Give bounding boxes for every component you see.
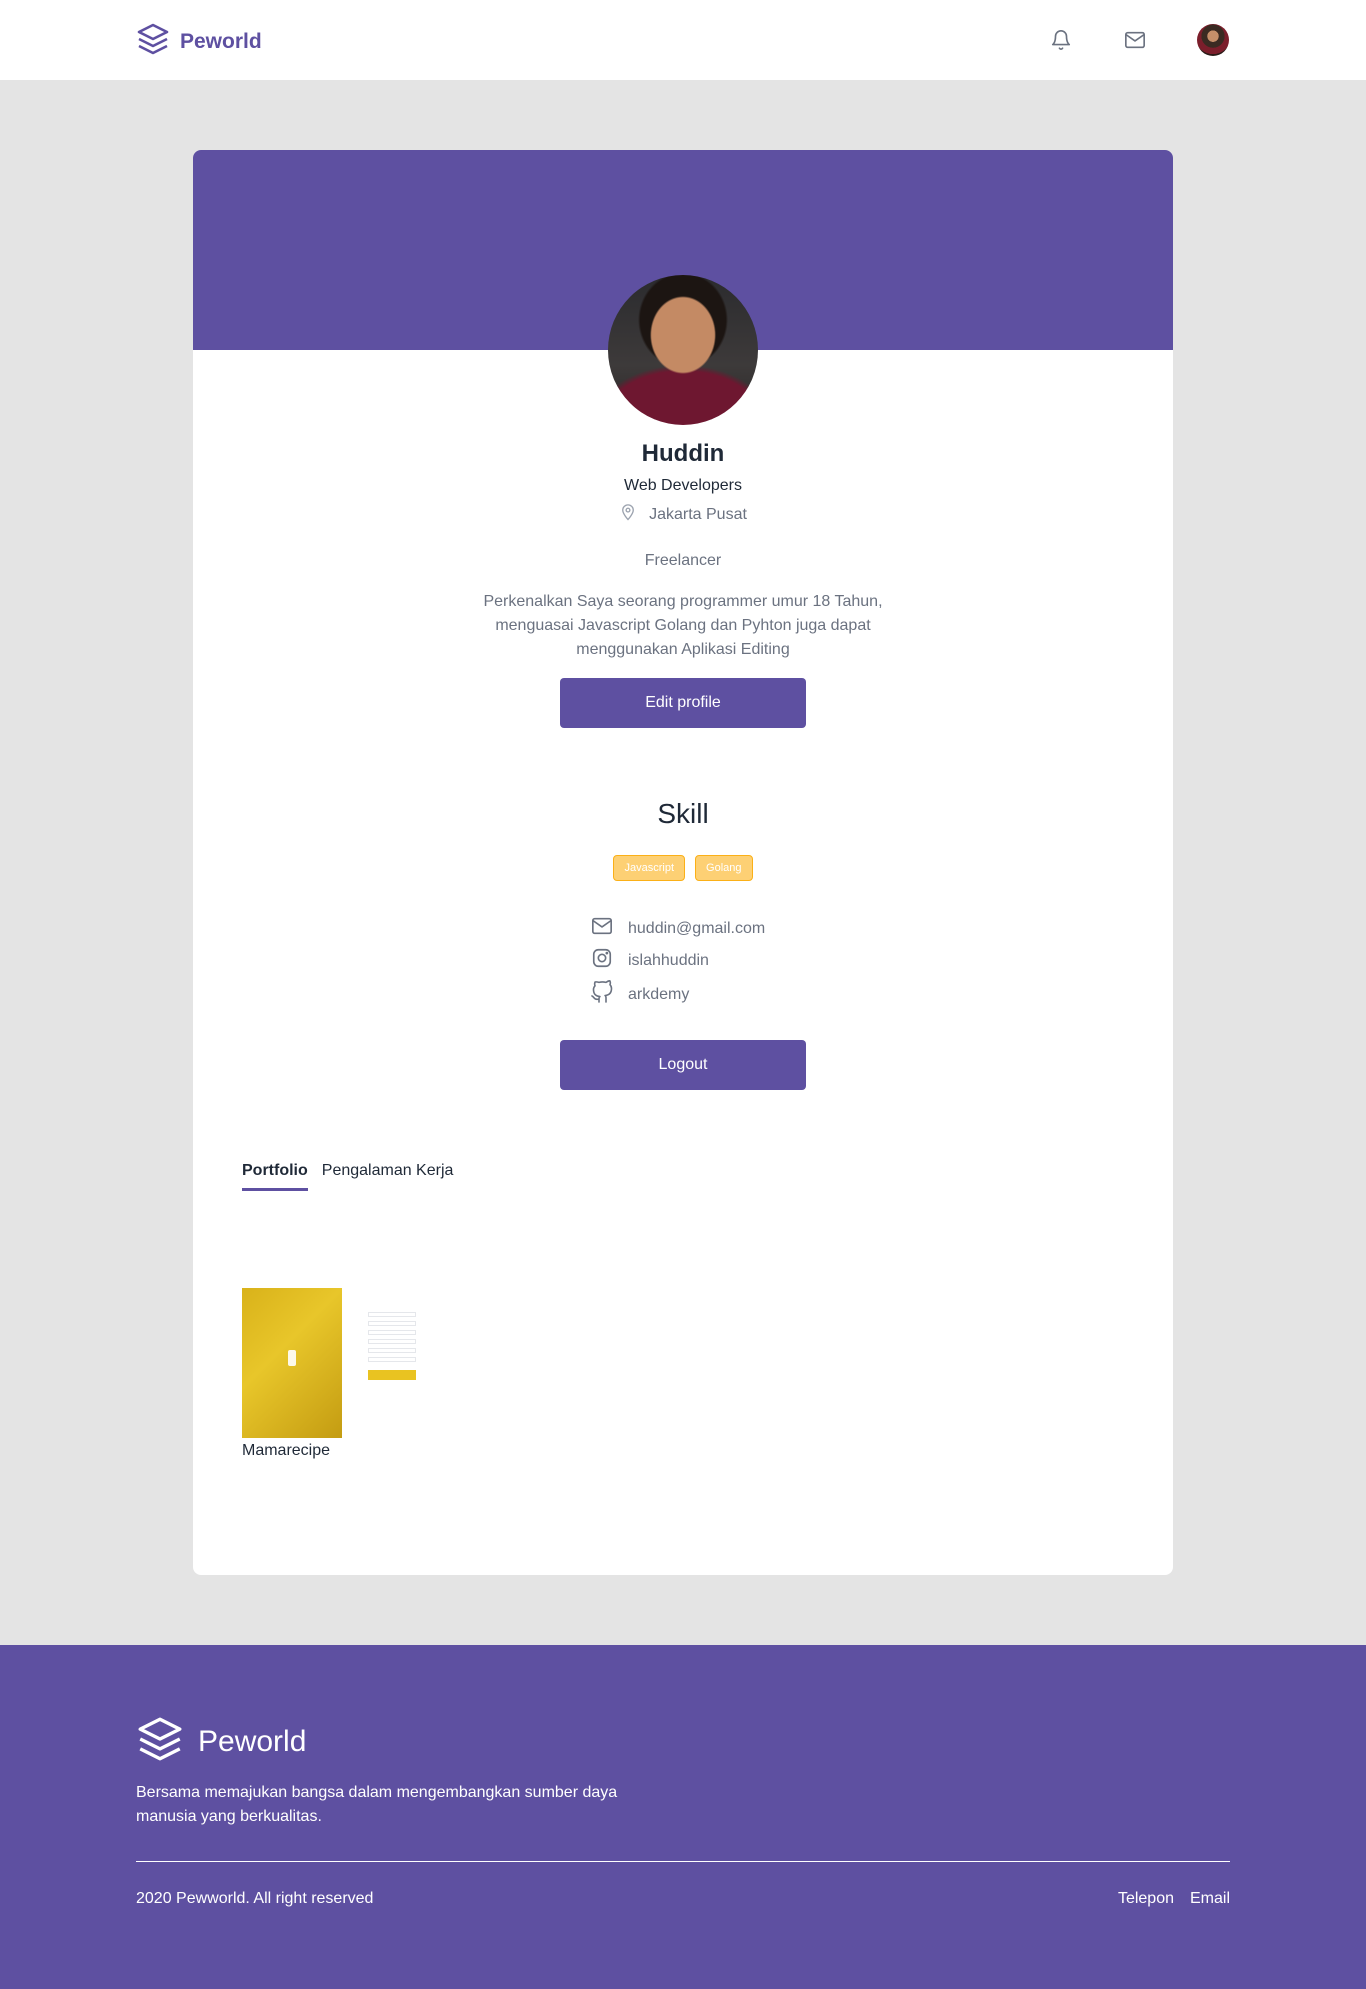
- skill-tag: Golang: [695, 855, 753, 881]
- skill-tags: Javascript Golang: [193, 855, 1173, 881]
- profile-card: Huddin Web Developers Jakarta Pusat Free…: [193, 150, 1173, 1575]
- layers-logo-icon: [136, 1715, 184, 1768]
- contact-github: arkdemy: [590, 980, 689, 1009]
- portfolio-thumbnail-secondary: [366, 1308, 418, 1418]
- footer-link-email[interactable]: Email: [1190, 1890, 1230, 1908]
- profile-location: Jakarta Pusat: [193, 502, 1173, 527]
- footer-links: Telepon Email: [1118, 1890, 1230, 1908]
- instagram-text[interactable]: islahhuddin: [628, 952, 709, 970]
- brand-logo[interactable]: Peworld: [136, 22, 262, 61]
- map-pin-icon: [619, 502, 637, 527]
- top-navbar: Peworld: [0, 0, 1366, 80]
- footer: Peworld Bersama memajukan bangsa dalam m…: [0, 1645, 1366, 1989]
- profile-tabs: Portfolio Pengalaman Kerja: [242, 1162, 453, 1191]
- profile-description: Perkenalkan Saya seorang programmer umur…: [483, 593, 883, 658]
- tab-work-experience[interactable]: Pengalaman Kerja: [322, 1162, 454, 1191]
- email-text[interactable]: huddin@gmail.com: [628, 920, 765, 938]
- skill-heading: Skill: [657, 798, 709, 829]
- instagram-icon: [590, 947, 614, 974]
- github-icon: [590, 980, 614, 1009]
- bell-icon[interactable]: [1048, 27, 1074, 53]
- mail-icon: [590, 915, 614, 942]
- contact-instagram: islahhuddin: [590, 947, 709, 974]
- profile-name: Huddin: [641, 440, 725, 467]
- footer-brand-name: Peworld: [198, 1724, 307, 1758]
- portfolio-item[interactable]: Mamarecipe: [242, 1288, 418, 1460]
- user-avatar[interactable]: [1197, 24, 1229, 56]
- tab-portfolio[interactable]: Portfolio: [242, 1162, 308, 1191]
- logout-button[interactable]: Logout: [560, 1040, 806, 1090]
- edit-profile-button[interactable]: Edit profile: [560, 678, 806, 728]
- footer-divider: [136, 1861, 1230, 1862]
- github-text[interactable]: arkdemy: [628, 986, 689, 1004]
- profile-photo: [608, 275, 758, 425]
- footer-tagline: Bersama memajukan bangsa dalam mengemban…: [136, 1784, 618, 1825]
- skill-tag: Javascript: [613, 855, 686, 881]
- mail-icon[interactable]: [1122, 27, 1148, 53]
- contact-email: huddin@gmail.com: [590, 915, 765, 942]
- profile-job: Web Developers: [624, 477, 742, 494]
- footer-copyright: 2020 Pewworld. All right reserved: [136, 1890, 374, 1907]
- brand-name: Peworld: [180, 29, 262, 53]
- layers-logo-icon: [136, 22, 170, 61]
- footer-brand: Peworld: [136, 1715, 306, 1768]
- footer-link-telepon[interactable]: Telepon: [1118, 1890, 1174, 1908]
- portfolio-title: Mamarecipe: [242, 1442, 331, 1459]
- location-text: Jakarta Pusat: [649, 505, 747, 523]
- portfolio-thumbnail[interactable]: [242, 1288, 342, 1438]
- work-status: Freelancer: [644, 552, 722, 569]
